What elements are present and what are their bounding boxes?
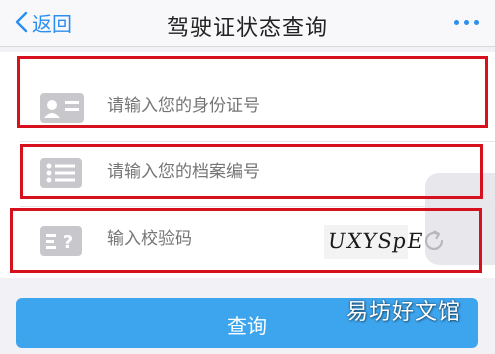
nav-bar: 返回 驾驶证状态查询 xyxy=(0,0,495,47)
id-number-row xyxy=(0,80,495,136)
list-icon xyxy=(40,158,82,188)
more-icon[interactable] xyxy=(454,20,479,25)
captcha-icon: ? xyxy=(40,226,82,256)
captcha-image[interactable]: UXYSpE xyxy=(324,225,425,259)
file-number-input[interactable] xyxy=(107,162,307,182)
divider xyxy=(20,141,495,142)
id-number-input[interactable] xyxy=(107,96,307,116)
divider xyxy=(20,206,495,207)
verify-code-input[interactable] xyxy=(107,229,287,249)
file-number-row xyxy=(0,146,495,202)
watermark: 易坊好文馆 xyxy=(346,300,462,325)
page-title: 驾驶证状态查询 xyxy=(166,16,328,41)
svg-text:?: ? xyxy=(63,232,73,253)
captcha-text: UXYSpE xyxy=(326,229,426,253)
refresh-icon[interactable] xyxy=(421,228,447,254)
id-card-icon xyxy=(40,93,84,123)
